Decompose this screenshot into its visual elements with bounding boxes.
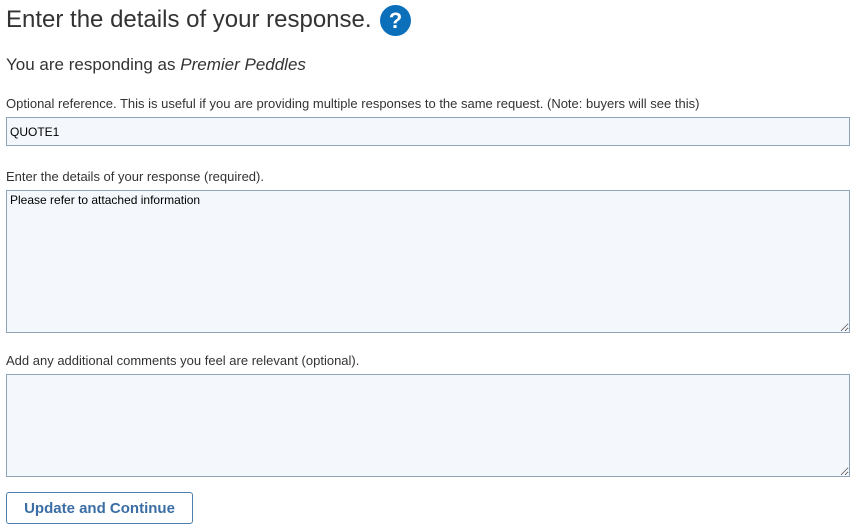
details-textarea[interactable]: Please refer to attached information <box>6 190 850 333</box>
responder-line: You are responding as Premier Peddles <box>6 55 306 75</box>
details-label: Enter the details of your response (requ… <box>6 169 264 184</box>
help-icon[interactable]: ? <box>379 4 411 36</box>
responder-prefix: You are responding as <box>6 55 176 74</box>
title-row: Enter the details of your response. ? <box>6 3 411 37</box>
comments-label: Add any additional comments you feel are… <box>6 353 360 368</box>
svg-text:?: ? <box>388 8 401 33</box>
comments-textarea[interactable] <box>6 374 850 477</box>
reference-input[interactable] <box>6 117 850 146</box>
responder-company: Premier Peddles <box>180 55 306 74</box>
page-title: Enter the details of your response. <box>6 6 372 33</box>
response-page: Enter the details of your response. ? Yo… <box>0 0 858 532</box>
question-circle-icon: ? <box>379 4 411 36</box>
reference-label: Optional reference. This is useful if yo… <box>6 96 700 111</box>
update-and-continue-button[interactable]: Update and Continue <box>6 492 193 524</box>
